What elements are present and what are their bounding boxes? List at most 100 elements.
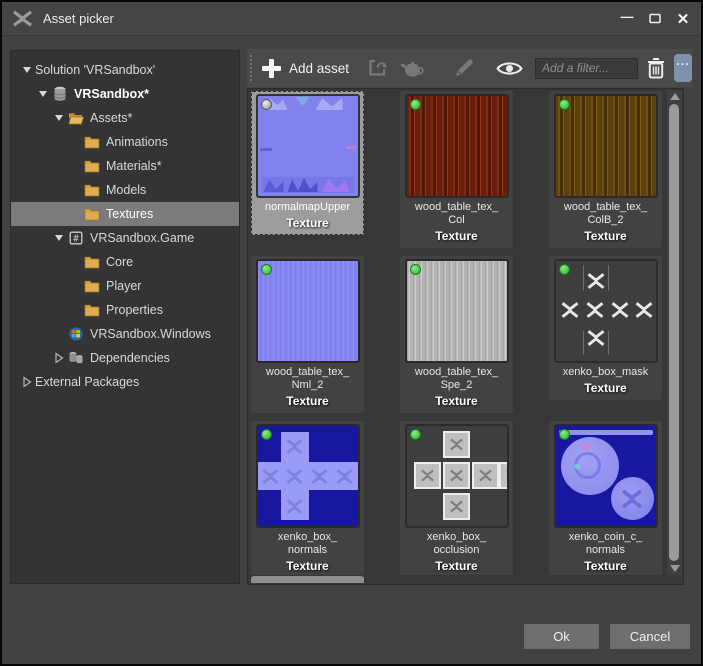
scroll-down-arrow-icon[interactable] [670, 565, 680, 572]
asset-tile-wood-table-tex-spe-2[interactable]: wood_table_tex_Spe_2 Texture [400, 256, 513, 413]
add-primitive-button[interactable] [399, 57, 426, 79]
ok-button[interactable]: Ok [524, 624, 599, 649]
asset-name: normalmapUpper [265, 201, 350, 214]
tree-item-label: Properties [106, 303, 163, 317]
asset-tile-xenko-box-mask[interactable]: xenko_box_mask Texture [549, 256, 662, 400]
asset-thumbnail [256, 424, 360, 528]
title-bar[interactable]: Asset picker — ✕ [2, 2, 701, 36]
filter-input[interactable] [535, 58, 638, 79]
thumb-detail [634, 300, 654, 320]
xenko-logo-icon [335, 467, 354, 486]
folder-open-icon [67, 110, 85, 126]
eye-icon [496, 60, 523, 77]
tree-item-label: Animations [106, 135, 168, 149]
xenko-logo-icon [505, 468, 509, 483]
asset-tile-xenko-box-occlusion[interactable]: xenko_box_occlusion Texture [400, 421, 513, 575]
asset-tile-xenko-coin-c-normals[interactable]: xenko_coin_c_normals Texture [549, 421, 662, 575]
thumb-detail [585, 300, 605, 320]
asset-type-label: Texture [584, 559, 626, 573]
tree-item-dependencies[interactable]: Dependencies [11, 346, 239, 370]
xenko-logo-icon [585, 300, 605, 320]
minimize-button[interactable]: — [613, 2, 641, 35]
svg-text:#: # [73, 233, 79, 244]
tree-item-textures[interactable]: Textures [11, 202, 239, 226]
select-reference-button[interactable] [365, 56, 389, 80]
view-options-button[interactable] [496, 60, 523, 77]
maximize-button[interactable] [641, 2, 669, 35]
tree-item-models[interactable]: Models [11, 178, 239, 202]
asset-toolbar: Add asset [247, 49, 692, 87]
window-title: Asset picker [43, 11, 114, 26]
asset-tile-wood-table-tex-col[interactable]: wood_table_tex_Col Texture [400, 91, 513, 248]
thumb-detail [499, 462, 509, 489]
folder-icon [84, 255, 100, 269]
folder-open-icon [68, 111, 84, 125]
scroll-up-arrow-icon[interactable] [670, 93, 680, 100]
xenko-logo-icon [285, 497, 304, 516]
thumb-detail [443, 431, 470, 458]
xenko-logo-icon [285, 467, 304, 486]
tree-expander-icon[interactable] [51, 350, 67, 366]
horizontal-scrollbar-thumb[interactable] [251, 576, 364, 583]
asset-tile-normalmapupper[interactable]: normalmapUpper Texture [251, 91, 364, 235]
tree-item-label: Materials* [106, 159, 162, 173]
tree-item-solution-vrsandbox-[interactable]: Solution 'VRSandbox' [11, 58, 239, 82]
asset-tile-wood-table-tex-nml-2[interactable]: wood_table_tex_Nml_2 Texture [251, 256, 364, 413]
close-button[interactable]: ✕ [669, 2, 697, 35]
tree-item-vrsandbox-game[interactable]: # VRSandbox.Game [11, 226, 239, 250]
tree-item-label: Solution 'VRSandbox' [35, 63, 155, 77]
asset-tile-xenko-box-normals[interactable]: xenko_box_normals Texture [251, 421, 364, 575]
edit-button[interactable] [452, 57, 475, 80]
asset-name: xenko_box_mask [563, 366, 649, 379]
cancel-button[interactable]: Cancel [610, 624, 690, 649]
folder-icon [83, 158, 101, 174]
asset-grid-panel: normalmapUpper Texture wood_table_tex_Co… [247, 88, 684, 585]
asset-thumbnail [554, 424, 658, 528]
tree-item-vrsandbox-windows[interactable]: VRSandbox.Windows [11, 322, 239, 346]
db-icon [51, 86, 69, 102]
tree-item-materials-[interactable]: Materials* [11, 154, 239, 178]
tree-item-player[interactable]: Player [11, 274, 239, 298]
tree-expander-icon[interactable] [19, 374, 35, 390]
xenko-logo-icon [11, 9, 34, 28]
asset-tile-wood-table-tex-colb-2[interactable]: wood_table_tex_ColB_2 Texture [549, 91, 662, 248]
vertical-scrollbar-thumb[interactable] [669, 104, 679, 561]
tree-item-assets-[interactable]: Assets* [11, 106, 239, 130]
thumb-detail [608, 265, 609, 291]
tree-expander-icon[interactable] [51, 110, 67, 126]
thumb-detail [346, 146, 356, 149]
asset-name: wood_table_tex_Spe_2 [415, 366, 498, 392]
vertical-scrollbar[interactable] [667, 90, 682, 575]
xenko-logo-icon [449, 437, 464, 452]
deps-icon [68, 351, 84, 365]
tree-item-core[interactable]: Core [11, 250, 239, 274]
tree-item-properties[interactable]: Properties [11, 298, 239, 322]
tree-expander-icon [67, 158, 83, 174]
thumb-detail [560, 300, 580, 320]
xenko-logo-icon [478, 468, 493, 483]
status-dot-icon [261, 429, 272, 440]
toolbar-grip-handle[interactable] [250, 55, 255, 81]
thumb-detail [472, 462, 499, 489]
thumb-detail [335, 467, 354, 486]
add-asset-button[interactable]: Add asset [262, 59, 349, 78]
thumb-detail [574, 464, 579, 469]
folder-icon [83, 134, 101, 150]
close-icon: ✕ [677, 10, 690, 28]
maximize-icon [649, 13, 661, 24]
tree-expander-icon[interactable] [19, 62, 35, 78]
asset-type-label: Texture [286, 394, 328, 408]
toolbar-overflow-button[interactable]: ... [674, 54, 692, 82]
thumb-detail [578, 443, 593, 451]
tree-expander-icon[interactable] [35, 86, 51, 102]
tree-item-animations[interactable]: Animations [11, 130, 239, 154]
tree-item-external-packages[interactable]: External Packages [11, 370, 239, 394]
status-dot-icon [410, 99, 421, 110]
tree-item-vrsandbox-[interactable]: VRSandbox* [11, 82, 239, 106]
tree-expander-icon[interactable] [51, 230, 67, 246]
status-dot-icon [410, 264, 421, 275]
minimize-icon: — [621, 9, 634, 24]
thumb-detail [586, 328, 606, 348]
delete-button[interactable] [647, 57, 665, 79]
xenko-logo-icon [420, 468, 435, 483]
